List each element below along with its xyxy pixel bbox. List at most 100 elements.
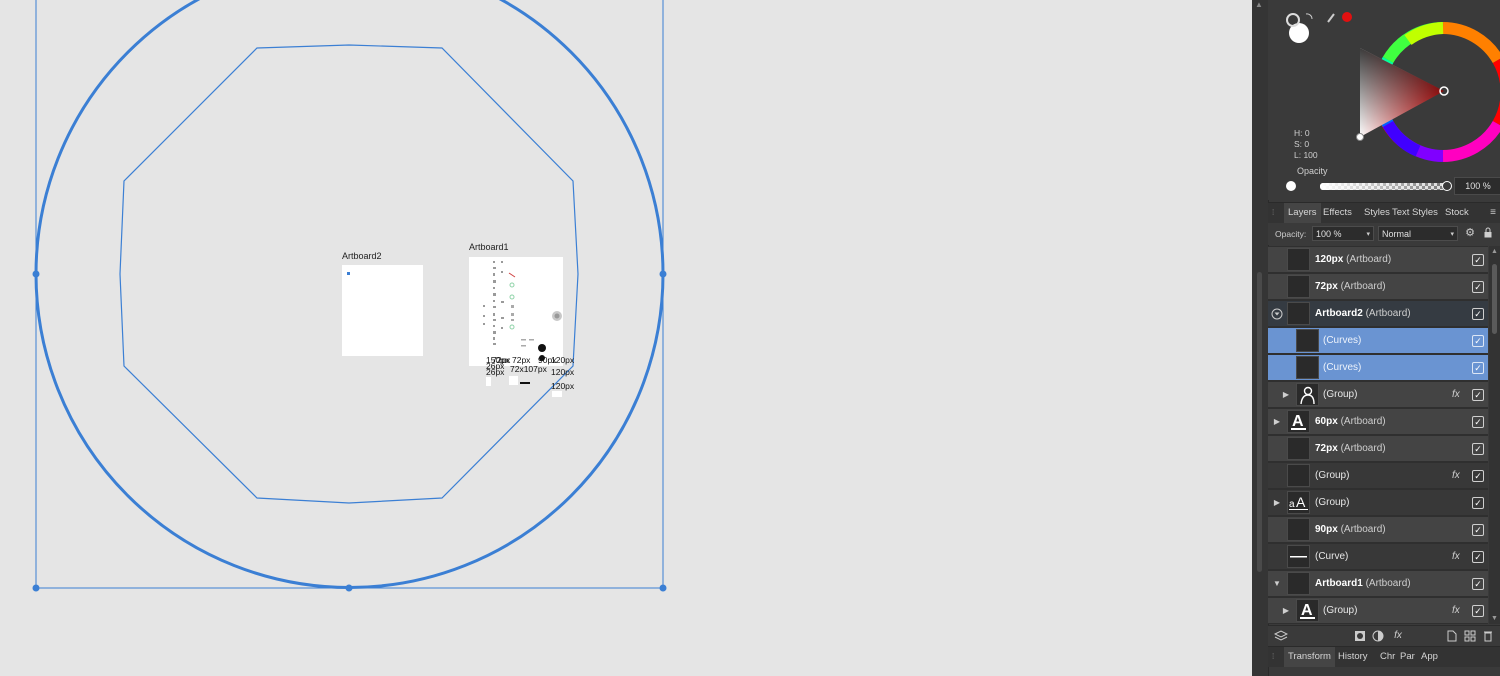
scroll-thumb[interactable] [1492,264,1497,334]
layer-thumbnail [1287,572,1310,595]
stroke-swatch[interactable] [1286,13,1300,27]
layers-stack-icon[interactable] [1273,630,1289,642]
layer-row-curves-1[interactable]: (Curves) ✓ [1268,328,1488,354]
expand-arrow-icon[interactable]: ▶ [1271,490,1283,516]
handle-left[interactable] [32,270,40,278]
gutter-scroll-thumb[interactable] [1257,272,1262,572]
layers-scrollbar[interactable]: ▲ ▼ [1489,246,1500,624]
handle-bottom-right[interactable] [659,584,667,592]
opacity-slider[interactable] [1320,183,1446,190]
mask-icon[interactable] [1354,630,1366,642]
handle-bottom[interactable] [345,584,353,592]
tab-styles[interactable]: Styles [1364,203,1390,223]
opacity-value-field[interactable]: 100 % [1454,177,1500,195]
handle-right[interactable] [659,270,667,278]
label-26px-b: 26px [486,367,505,377]
saturation-value: S: 0 [1294,139,1310,149]
layer-row-72px[interactable]: 72px (Artboard) ✓ [1268,274,1488,300]
tabs-grip-icon[interactable]: ⁞ [1272,208,1274,217]
gear-icon[interactable]: ⚙ [1464,227,1476,239]
mini-artboard-a [486,377,491,386]
visibility-checkbox[interactable]: ✓ [1472,578,1484,590]
lock-icon[interactable] [1482,227,1494,239]
layer-row-120px[interactable]: 120px (Artboard) ✓ [1268,247,1488,273]
tab-effects[interactable]: Effects [1323,203,1352,223]
fx-icon[interactable]: fx [1452,382,1460,408]
layer-thumbnail [1287,275,1310,298]
eyedropper-icon[interactable] [1327,13,1335,23]
visibility-checkbox[interactable]: ✓ [1472,281,1484,293]
mini-curve [520,382,530,384]
layer-opacity-field[interactable]: 100 % ▾ [1312,226,1374,241]
layer-row-72px-b[interactable]: 72px (Artboard) ✓ [1268,436,1488,462]
collapse-arrow-icon[interactable]: ▼ [1271,571,1283,597]
color-picker-handle[interactable] [1356,133,1364,141]
tab-appearance[interactable]: App [1421,647,1438,667]
visibility-checkbox[interactable]: ✓ [1472,605,1484,617]
visibility-checkbox[interactable]: ✓ [1472,362,1484,374]
group-layers-icon[interactable] [1464,630,1476,642]
layer-row-group-2[interactable]: (Group) fx ✓ [1268,463,1488,489]
tab-character[interactable]: Chr [1380,647,1395,667]
visibility-checkbox[interactable]: ✓ [1472,470,1484,482]
tab-layers[interactable]: Layers [1284,203,1321,223]
tab-paragraph[interactable]: Par [1400,647,1415,667]
opacity-slider-handle[interactable] [1442,181,1452,191]
swap-colors-icon[interactable] [1305,13,1313,20]
mini-artboard-c [552,391,562,397]
tab-transform[interactable]: Transform [1284,647,1335,667]
fx-icon[interactable]: fx [1452,598,1460,624]
artboard1[interactable] [469,257,563,366]
current-color-dot[interactable] [1342,12,1352,22]
visibility-checkbox[interactable]: ✓ [1472,389,1484,401]
gutter-up-arrow[interactable]: ▲ [1255,0,1263,9]
tab-stock[interactable]: Stock [1445,203,1469,223]
panel-menu-icon[interactable]: ≡ [1490,203,1496,223]
design-canvas[interactable]: Artboard2 Artboard1 150px 26px 26px 72px… [0,0,1252,676]
layer-row-artboard2[interactable]: Artboard2 (Artboard) ✓ [1268,301,1488,327]
layer-thumbnail [1287,302,1310,325]
collapse-icon[interactable] [1271,301,1283,327]
layer-row-90px[interactable]: 90px (Artboard) ✓ [1268,517,1488,543]
artboard2[interactable] [342,265,423,356]
svg-text:A: A [1292,413,1304,430]
trash-icon[interactable] [1482,630,1494,642]
fx-icon[interactable]: fx [1452,544,1460,570]
layer-row-60px[interactable]: ▶ A 60px (Artboard) ✓ [1268,409,1488,435]
visibility-checkbox[interactable]: ✓ [1472,308,1484,320]
layer-row-curve[interactable]: (Curve) fx ✓ [1268,544,1488,570]
visibility-checkbox[interactable]: ✓ [1472,254,1484,266]
fx-icon[interactable]: fx [1452,463,1460,489]
visibility-checkbox[interactable]: ✓ [1472,416,1484,428]
visibility-checkbox[interactable]: ✓ [1472,497,1484,509]
layer-row-artboard1[interactable]: ▼ Artboard1 (Artboard) ✓ [1268,571,1488,597]
handle-bottom-left[interactable] [32,584,40,592]
panel-tabs: ⁞ Layers Effects Styles Text Styles Stoc… [1268,202,1500,224]
artboard2-dot [347,272,350,275]
hsl-readout: H: 0 S: 0 L: 100 [1294,128,1318,161]
visibility-checkbox[interactable]: ✓ [1472,335,1484,347]
layer-row-group-3[interactable]: ▶ aA (Group) ✓ [1268,490,1488,516]
layer-row-curves-2[interactable]: (Curves) ✓ [1268,355,1488,381]
visibility-checkbox[interactable]: ✓ [1472,524,1484,536]
visibility-checkbox[interactable]: ✓ [1472,551,1484,563]
layers-list[interactable]: 120px (Artboard) ✓ 72px (Artboard) ✓ Art… [1268,246,1488,624]
adjustment-icon[interactable] [1372,630,1384,642]
blend-mode-select[interactable]: Normal ▾ [1378,226,1458,241]
layer-thumbnail [1287,437,1310,460]
scroll-down-arrow[interactable]: ▼ [1490,615,1499,622]
hue-value: H: 0 [1294,128,1310,138]
fx-icon[interactable]: fx [1392,630,1404,642]
visibility-checkbox[interactable]: ✓ [1472,443,1484,455]
tab-history[interactable]: History [1338,647,1368,667]
expand-arrow-icon[interactable]: ▶ [1271,409,1283,435]
new-layer-icon[interactable] [1446,630,1458,642]
tab-text-styles[interactable]: Text Styles [1392,203,1438,223]
label-120px-b: 120px [551,367,575,377]
layer-row-group-1[interactable]: ▶ (Group) fx ✓ [1268,382,1488,408]
layer-row-group-4[interactable]: ▶ A (Group) fx ✓ [1268,598,1488,624]
expand-arrow-icon[interactable]: ▶ [1280,598,1292,624]
scroll-up-arrow[interactable]: ▲ [1490,248,1499,255]
expand-arrow-icon[interactable]: ▶ [1280,382,1292,408]
tabs-grip-icon[interactable]: ⁞ [1272,652,1274,661]
